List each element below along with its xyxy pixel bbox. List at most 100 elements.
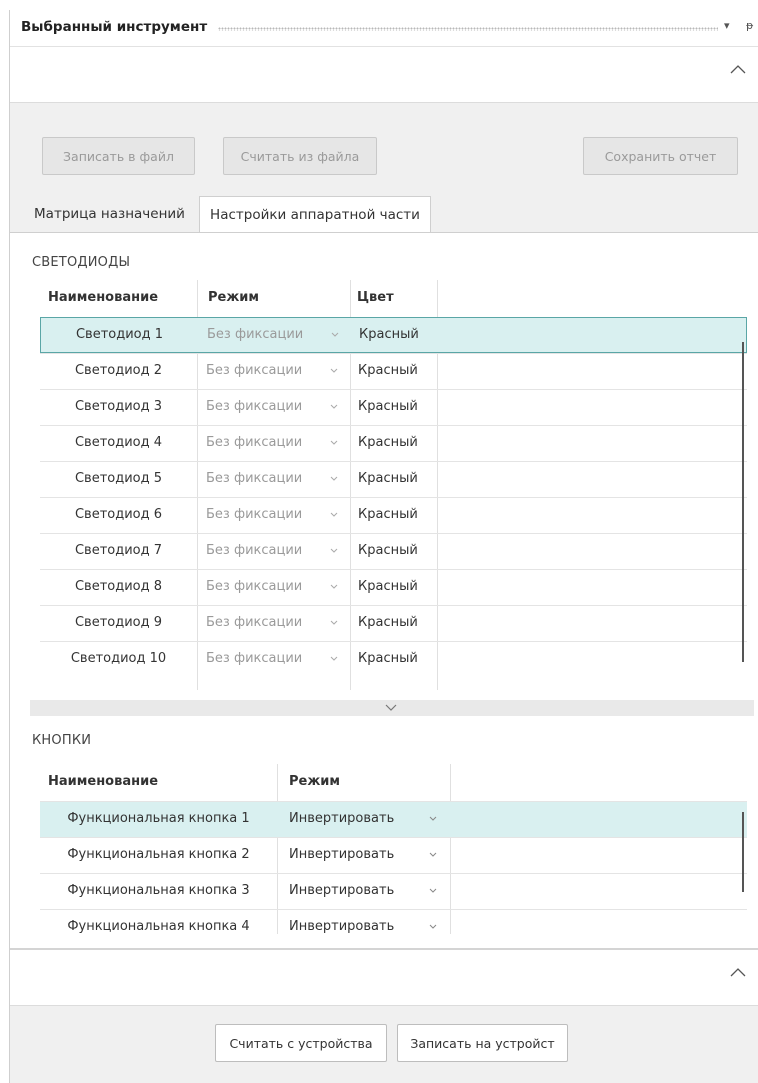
button-name: Функциональная кнопка 3 [67,883,250,898]
chevron-down-icon[interactable] [330,329,340,339]
read-from-file-button[interactable]: Считать из файла [223,137,377,175]
button-name: Функциональная кнопка 1 [67,811,250,826]
button-name: Функциональная кнопка 2 [67,847,250,862]
led-name: Светодиод 10 [70,651,167,666]
led-color[interactable]: Красный [358,399,418,414]
led-row[interactable]: Светодиод 2 Без фиксации Красный [40,353,747,389]
panel-title: Выбранный инструмент [21,19,208,35]
led-color[interactable]: Красный [358,471,418,486]
tab-assignment-matrix[interactable]: Матрица назначений [22,196,197,232]
led-name: Светодиод 3 [74,399,163,414]
buttons-grid: Наименование Режим Функциональная кнопка… [40,764,747,934]
led-name: Светодиод 4 [74,435,163,450]
led-name: Светодиод 5 [74,471,163,486]
col-header-name[interactable]: Наименование [48,774,158,789]
col-header-mode[interactable]: Режим [208,290,259,305]
leds-scrollbar[interactable] [742,342,744,662]
led-row[interactable]: Светодиод 4 Без фиксации Красный [40,425,747,461]
led-mode-select[interactable]: Без фиксации [206,399,302,414]
selected-tool-panel: Выбранный инструмент ▾ ᵽ Записать в файл… [9,10,758,1083]
led-mode-select[interactable]: Без фиксации [206,435,302,450]
col-header-mode[interactable]: Режим [289,774,340,789]
drag-grip[interactable] [218,27,718,31]
led-color[interactable]: Красный [358,507,418,522]
leds-section-title: СВЕТОДИОДЫ [32,255,131,270]
chevron-down-icon[interactable] [329,437,339,447]
chevron-down-icon[interactable] [329,365,339,375]
read-from-device-button[interactable]: Считать с устройства [215,1024,387,1062]
led-color[interactable]: Красный [358,651,418,666]
led-row[interactable]: Светодиод 1 Без фиксации Красный [40,317,747,353]
leds-grid-header: Наименование Режим Цвет [40,280,747,317]
led-row[interactable]: Светодиод 7 Без фиксации Красный [40,533,747,569]
chevron-down-icon[interactable] [329,581,339,591]
chevron-down-icon[interactable] [428,885,438,895]
chevron-down-icon[interactable] [428,849,438,859]
chevron-down-icon[interactable] [428,813,438,823]
hardware-settings-content: СВЕТОДИОДЫ Наименование Режим Цвет Свето… [10,232,758,948]
buttons-grid-header: Наименование Режим [40,764,747,801]
led-row[interactable]: Светодиод 8 Без фиксации Красный [40,569,747,605]
led-color[interactable]: Красный [358,579,418,594]
button-mode-select[interactable]: Инвертировать [289,919,394,934]
chevron-down-icon[interactable] [329,617,339,627]
tab-strip: Матрица назначений Настройки аппаратной … [10,194,758,232]
led-mode-select[interactable]: Без фиксации [206,363,302,378]
tab-hardware-settings[interactable]: Настройки аппаратной части [199,196,431,232]
pin-icon[interactable]: ᵽ [746,19,753,32]
chevron-down-icon[interactable] [329,509,339,519]
button-name: Функциональная кнопка 4 [67,919,250,934]
top-collapse-bar [10,46,758,102]
chevron-down-icon[interactable] [329,401,339,411]
buttons-section-title: КНОПКИ [32,733,92,748]
button-row[interactable]: Функциональная кнопка 4 Инвертировать [40,909,747,934]
panel-titlebar[interactable]: Выбранный инструмент ▾ ᵽ [10,10,758,44]
led-row[interactable]: Светодиод 6 Без фиксации Красный [40,497,747,533]
led-mode-select[interactable]: Без фиксации [207,327,303,342]
led-mode-select[interactable]: Без фиксации [206,579,302,594]
button-row[interactable]: Функциональная кнопка 2 Инвертировать [40,837,747,873]
led-row[interactable]: Светодиод 3 Без фиксации Красный [40,389,747,425]
led-mode-select[interactable]: Без фиксации [206,651,302,666]
led-row[interactable]: Светодиод 9 Без фиксации Красный [40,605,747,641]
chevron-down-icon[interactable] [428,921,438,931]
panel-menu-dropdown-icon[interactable]: ▾ [724,19,730,32]
chevron-down-icon[interactable] [329,473,339,483]
button-mode-select[interactable]: Инвертировать [289,847,394,862]
button-row[interactable]: Функциональная кнопка 1 Инвертировать [40,801,747,837]
led-row[interactable]: Светодиод 5 Без фиксации Красный [40,461,747,497]
led-color[interactable]: Красный [358,543,418,558]
write-to-device-button[interactable]: Записать на устройст [397,1024,568,1062]
button-row[interactable]: Функциональная кнопка 3 Инвертировать [40,873,747,909]
col-header-name[interactable]: Наименование [48,290,158,305]
led-mode-select[interactable]: Без фиксации [206,471,302,486]
led-name: Светодиод 7 [74,543,163,558]
led-mode-select[interactable]: Без фиксации [206,543,302,558]
save-report-button[interactable]: Сохранить отчет [583,137,738,175]
button-mode-select[interactable]: Инвертировать [289,883,394,898]
chevron-up-icon[interactable] [729,61,747,79]
led-name: Светодиод 8 [74,579,163,594]
led-color[interactable]: Красный [359,327,419,342]
col-header-color[interactable]: Цвет [357,290,394,305]
led-mode-select[interactable]: Без фиксации [206,507,302,522]
chevron-down-icon[interactable] [329,653,339,663]
led-name: Светодиод 2 [74,363,163,378]
chevron-down-icon[interactable] [384,702,398,714]
led-name: Светодиод 9 [74,615,163,630]
led-row[interactable]: Светодиод 10 Без фиксации Красный [40,641,747,677]
chevron-up-icon[interactable] [729,964,747,982]
section-splitter[interactable] [30,700,754,716]
led-mode-select[interactable]: Без фиксации [206,615,302,630]
button-mode-select[interactable]: Инвертировать [289,811,394,826]
write-to-file-button[interactable]: Записать в файл [42,137,195,175]
led-name: Светодиод 6 [74,507,163,522]
buttons-scrollbar[interactable] [742,812,744,892]
device-toolbar: Считать с устройства Записать на устройс… [10,1005,758,1083]
file-toolbar: Записать в файл Считать из файла Сохрани… [10,102,758,194]
led-color[interactable]: Красный [358,615,418,630]
led-color[interactable]: Красный [358,363,418,378]
leds-grid: Наименование Режим Цвет Светодиод 1 Без … [40,280,747,690]
led-color[interactable]: Красный [358,435,418,450]
chevron-down-icon[interactable] [329,545,339,555]
